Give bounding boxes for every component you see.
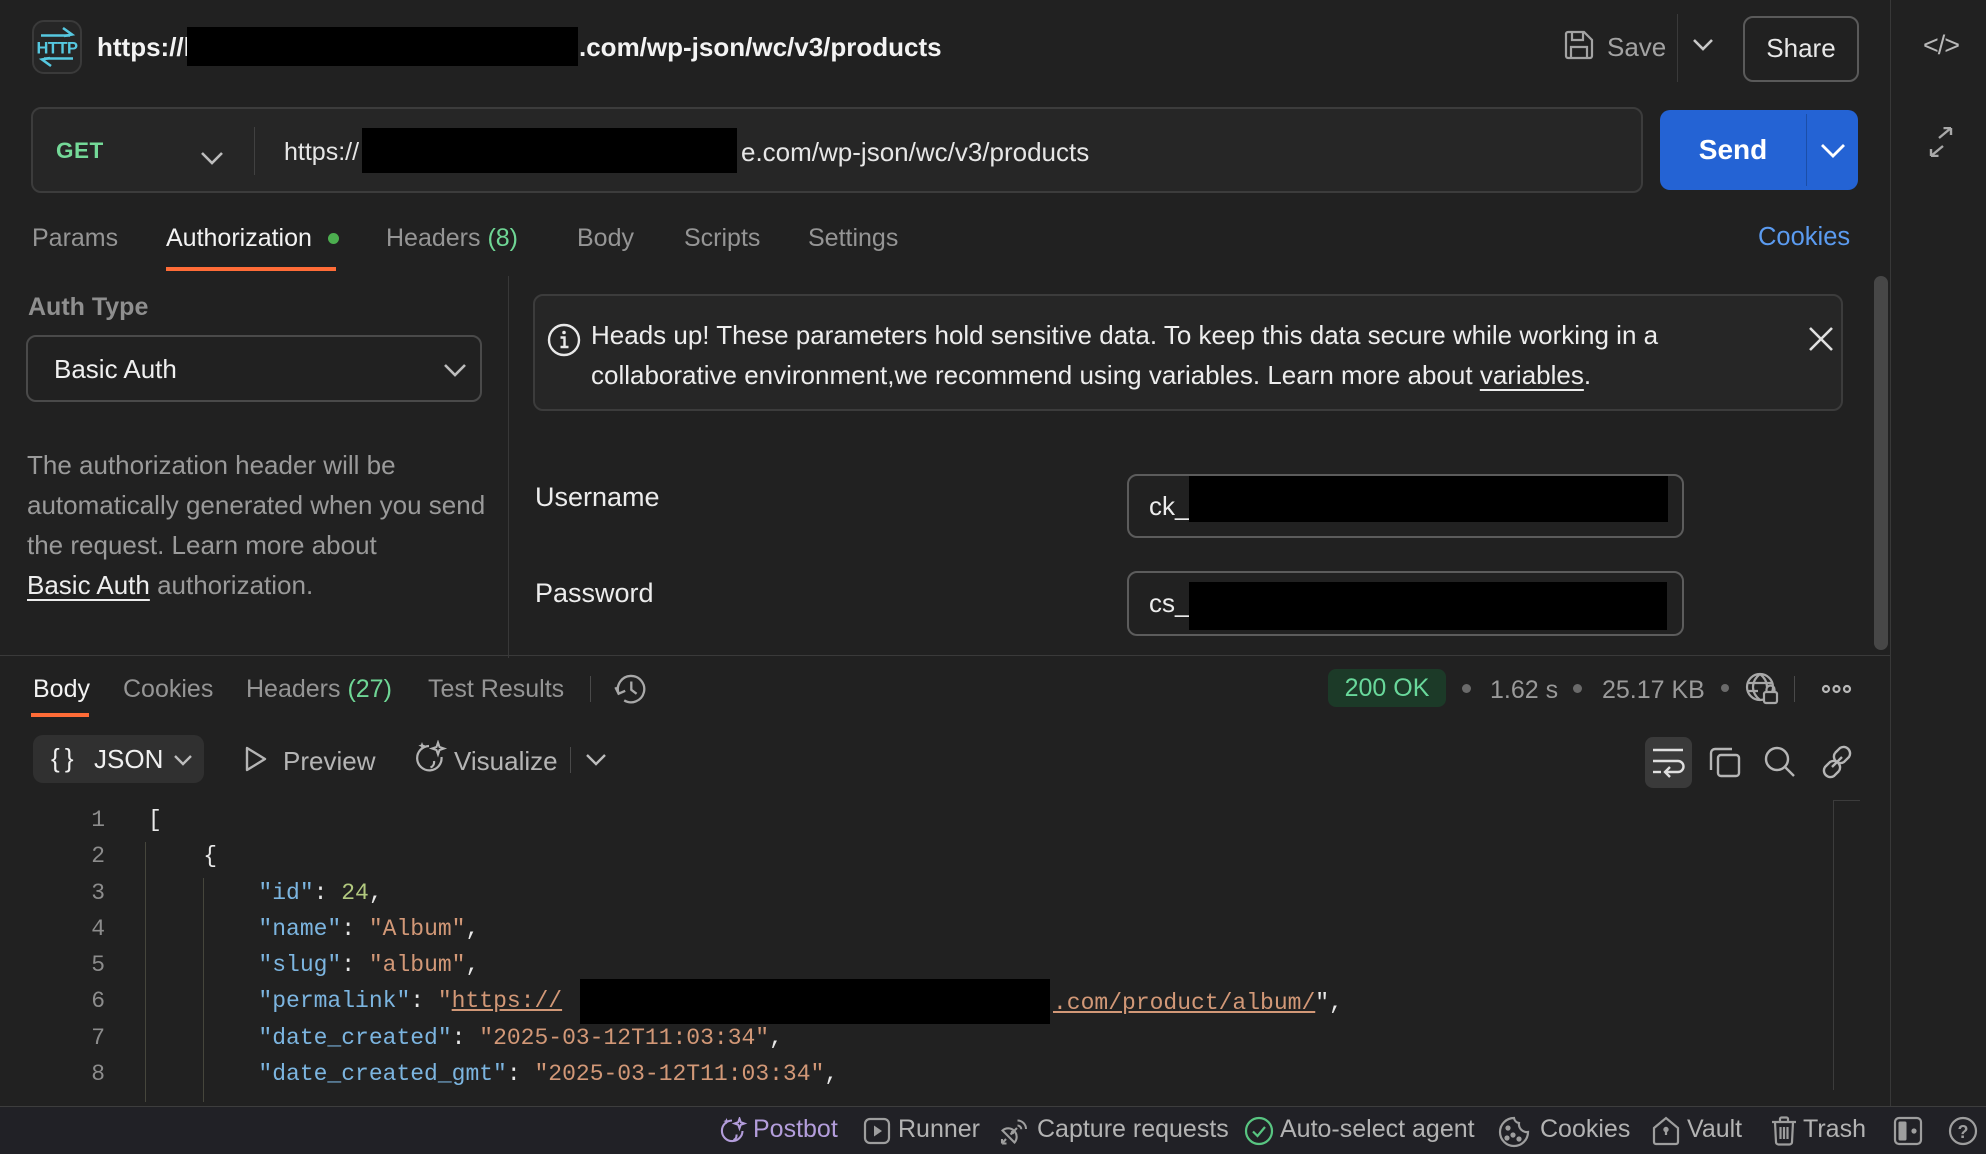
svg-text:?: ? [1958, 1122, 1969, 1142]
svg-text:HTTP: HTTP [36, 40, 78, 58]
